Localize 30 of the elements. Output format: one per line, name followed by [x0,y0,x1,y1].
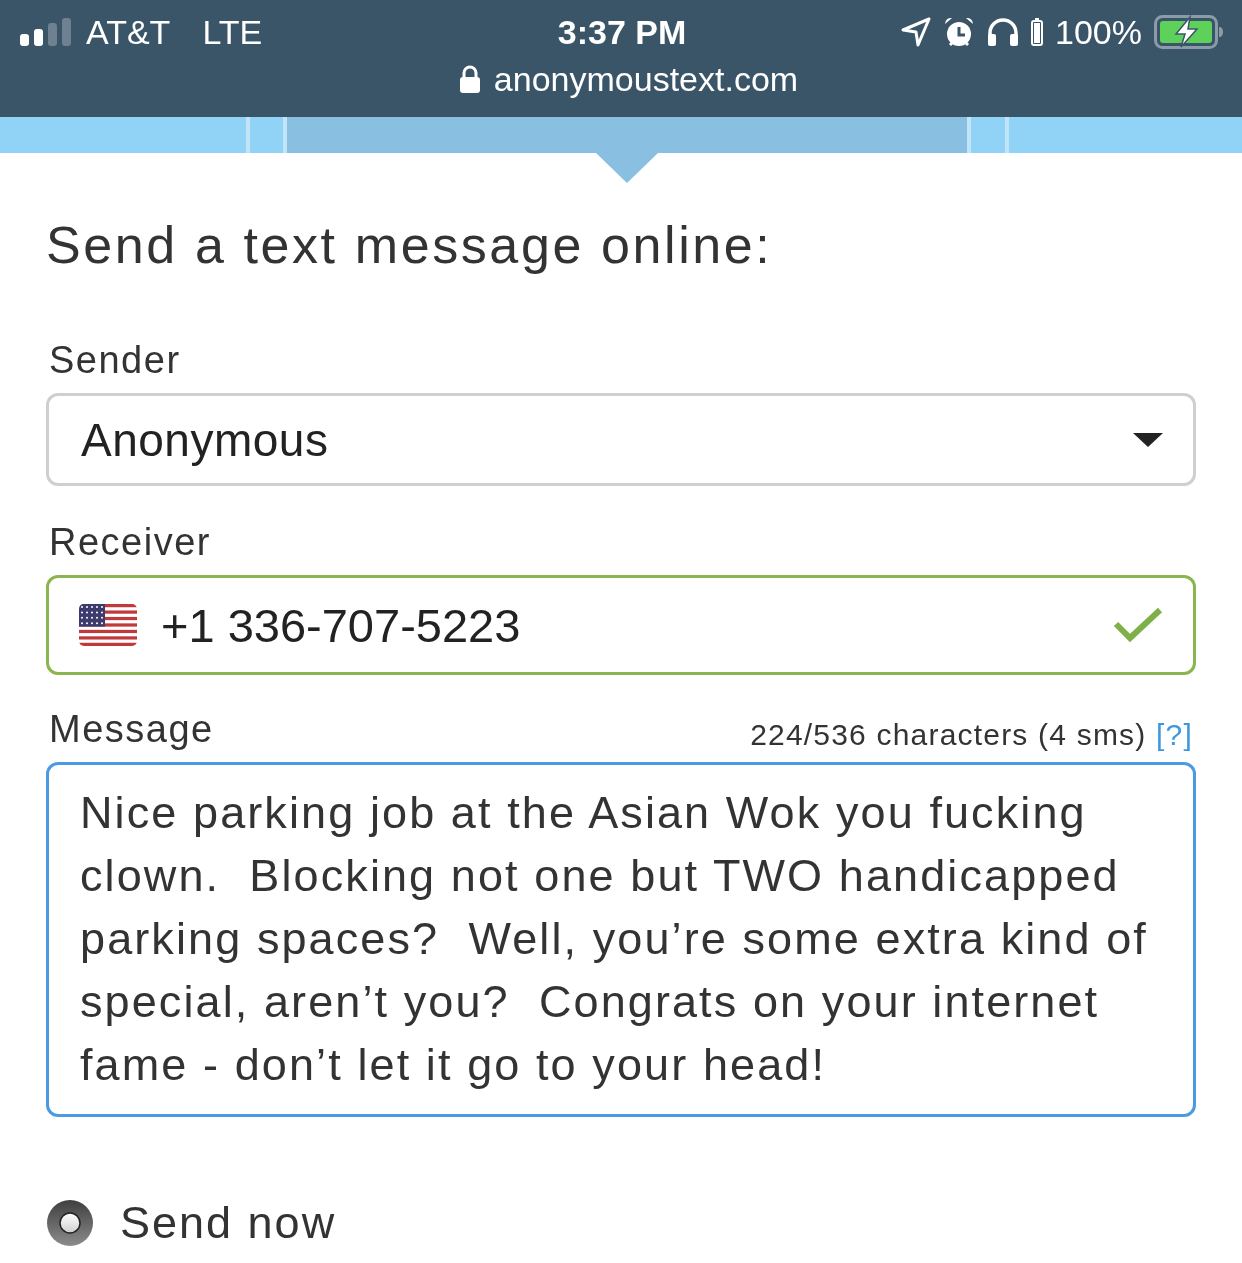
battery-icon [1031,18,1044,46]
check-icon [1113,607,1163,643]
signal-icon [20,18,72,46]
charging-battery-icon [1154,15,1224,49]
nav-tab[interactable] [250,117,283,153]
radio-button[interactable] [46,1199,94,1247]
battery-percent: 100% [1055,12,1142,52]
nav-tab[interactable] [1009,117,1242,153]
field-label: Message [48,707,214,752]
location-arrow-icon [901,17,932,47]
flag-icon [79,604,137,646]
caret-icon [1133,432,1163,447]
message-textarea[interactable]: Nice parking job at the Asian Wok you fucking clown. Blocking not one but TWO handicapped parking spaces? Well, you’re some extra kind of special, aren’t you? Congrats on your internet fame - don’t let it go to your head! [46,762,1196,1117]
field-label: Receiver [48,520,211,565]
field-label: Sender [48,338,181,383]
page-title: Send a text message online: [46,215,774,275]
character-counter: 224/536 characters (4 sms) [?] [750,718,1194,752]
alarm-clock-icon [943,16,976,48]
nav-tab[interactable] [0,117,246,153]
address-url[interactable]: anonymoustext.com [493,59,799,99]
carrier-name: AT&T [86,12,171,52]
lock-icon [459,65,480,93]
radio-label: Send now [120,1197,337,1249]
phone-input-field[interactable]: +1 336-707-5223 [46,575,1196,675]
nav-tab[interactable] [971,117,1005,153]
network-type: LTE [202,12,263,52]
headphones-icon [987,18,1020,46]
sender-select[interactable]: Anonymous [46,393,1196,486]
tab-pointer-icon [596,153,658,183]
status-time: 3:37 PM [557,12,687,52]
